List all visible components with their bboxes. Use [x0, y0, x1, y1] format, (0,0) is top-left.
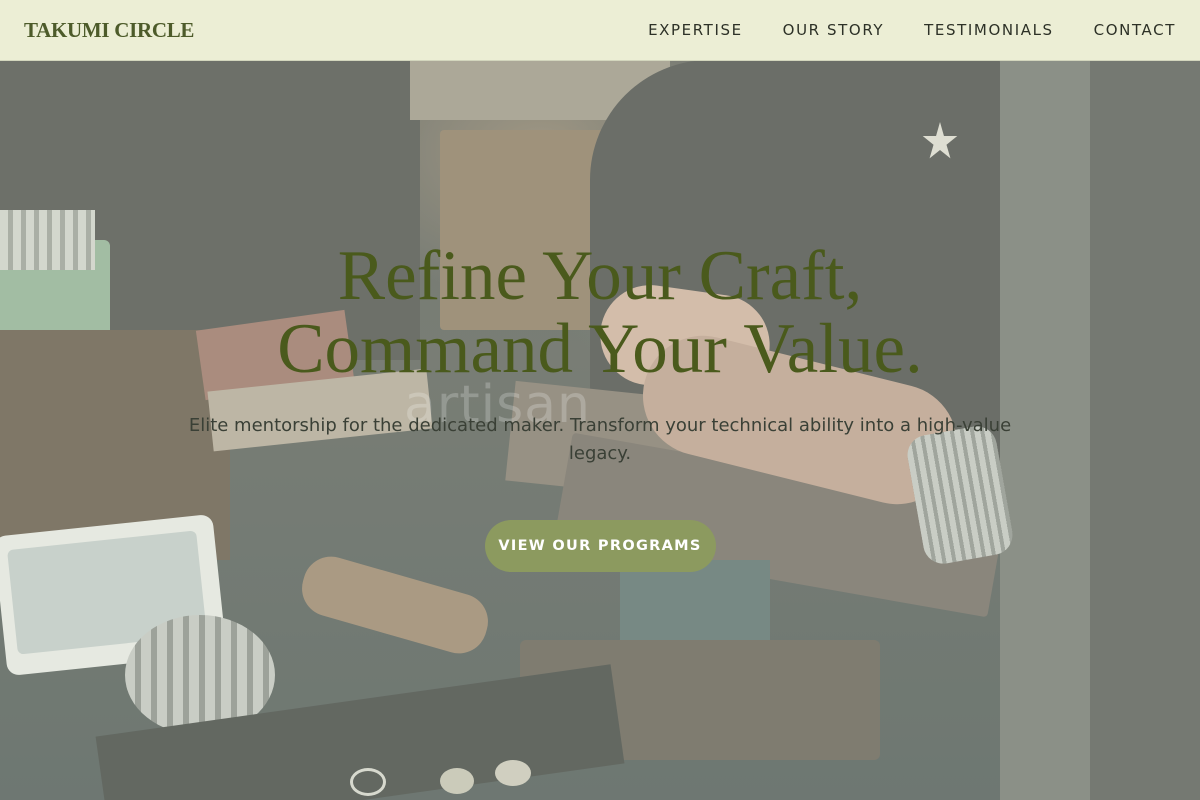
- nav-link-contact[interactable]: CONTACT: [1094, 21, 1176, 39]
- nav-links: EXPERTISE OUR STORY TESTIMONIALS CONTACT: [648, 21, 1176, 39]
- hero-title-line-2: Command Your Value.: [277, 310, 923, 388]
- brand-logo[interactable]: TAKUMI CIRCLE: [24, 18, 194, 43]
- hero-subtitle: Elite mentorship for the dedicated maker…: [188, 415, 1012, 464]
- nav-link-our-story[interactable]: OUR STORY: [783, 21, 885, 39]
- nav-link-testimonials[interactable]: TESTIMONIALS: [924, 21, 1053, 39]
- nav-link-expertise[interactable]: EXPERTISE: [648, 21, 743, 39]
- hero-title: Refine Your Craft, Command Your Value.: [0, 240, 1200, 386]
- hero-title-line-1: Refine Your Craft,: [337, 237, 863, 315]
- top-navbar: TAKUMI CIRCLE EXPERTISE OUR STORY TESTIM…: [0, 0, 1200, 61]
- view-programs-button[interactable]: VIEW OUR PROGRAMS: [484, 520, 716, 572]
- hero-section: Refine Your Craft, Command Your Value. E…: [0, 240, 1200, 572]
